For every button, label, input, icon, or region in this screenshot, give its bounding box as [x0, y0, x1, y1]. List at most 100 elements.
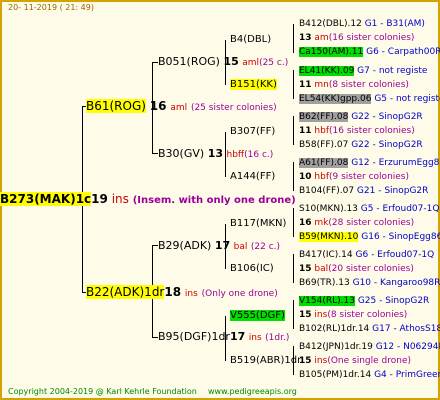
g2-abbr: hbff — [226, 150, 245, 160]
info-num: 15 — [299, 356, 312, 366]
info-abbr: bal — [314, 264, 329, 274]
g3-info: 15 bal(20 sister colonies) — [299, 262, 414, 276]
connector — [293, 116, 294, 145]
g4-name: V154(RL).13 — [299, 296, 355, 306]
g3-info: 16 mk(28 sister colonies) — [299, 216, 414, 230]
sire-queen[interactable]: B61(ROG) 16 aml (25 sister colonies) — [86, 99, 277, 115]
g4-item[interactable]: B102(RL)1dr.14 G17 - AthosS180R — [299, 322, 440, 336]
g2-num: 17 — [214, 239, 231, 252]
g4-item[interactable]: B105(PM)1dr.14 G4 - PrimGreen00 — [299, 368, 440, 382]
g4-name: B412(DBL).12 — [299, 19, 362, 29]
g4-name: B105(PM)1dr.14 — [299, 370, 372, 380]
info-num: 15 — [299, 310, 312, 320]
g4-item[interactable]: A61(FF).08 G12 - ErzurumEgg8 — [299, 156, 439, 170]
g4-item[interactable]: B58(FF).07 G22 - SinopG2R — [299, 138, 423, 152]
info-num: 15 — [299, 264, 312, 274]
info-note: (28 sister colonies) — [328, 218, 415, 228]
info-abbr: hbf — [314, 126, 329, 136]
g2-name: B95(DGF)1dr — [158, 330, 230, 343]
g4-item[interactable]: B412(JPN)1dr.19 G12 - N06294R — [299, 340, 440, 354]
g4-item[interactable]: B104(FF).07 G21 - SinopG2R — [299, 184, 428, 198]
g2-num: 13 — [207, 147, 223, 160]
connector — [293, 24, 294, 53]
connector — [293, 300, 294, 329]
g3-name[interactable]: B151(KK) — [230, 79, 277, 90]
g4-item[interactable]: S10(MKN).13 G5 - Erfoud07-1Q — [299, 202, 439, 216]
info-note: (8 sister colonies) — [327, 310, 408, 320]
g1-num: 16 — [149, 99, 167, 113]
g2-note: (16 c.) — [244, 150, 274, 160]
g1-abbr: ins — [184, 289, 198, 299]
g2-item[interactable]: B29(ADK) 17 bal (22 c.) — [158, 239, 280, 254]
g4-name: S10(MKN).13 — [299, 204, 358, 214]
g2-item[interactable]: B95(DGF)1dr17 ins (1dr.) — [158, 330, 289, 345]
root-abbr: ins — [111, 192, 129, 206]
connector — [293, 254, 294, 283]
root-queen[interactable]: B273(MAK)1c19 ins (Insem. with only one … — [0, 192, 296, 208]
g4-name: B412(JPN)1dr.19 — [299, 342, 373, 352]
g3-name[interactable]: A144(FF) — [230, 170, 275, 184]
g3-info: 13 am(16 sister colonies) — [299, 31, 414, 45]
g2-abbr: bal — [233, 242, 248, 252]
g4-name: B417(IC).14 — [299, 250, 353, 260]
g3-name[interactable]: B519(ABR)1dr — [230, 354, 301, 368]
g4-item[interactable]: B417(IC).14 G6 - Erfoud07-1Q — [299, 248, 434, 262]
g4-name: B69(TR).13 — [299, 278, 350, 288]
connector — [293, 162, 294, 191]
g4-code: G5 - not registe — [374, 94, 440, 104]
g4-code: G10 - Kangaroo98R — [352, 278, 440, 288]
g2-num: 15 — [223, 55, 239, 68]
g4-code: G17 - AthosS180R — [372, 324, 440, 334]
g4-code: G12 - ErzurumEgg8 — [351, 158, 440, 168]
g4-code: G22 - SinopG2R — [351, 112, 423, 122]
g4-code: G4 - PrimGreen00 — [374, 370, 440, 380]
g2-item[interactable]: B30(GV) 13 hbff(16 c.) — [158, 147, 273, 162]
g3-name[interactable]: B117(MKN) — [230, 217, 286, 231]
info-note: (20 sister colonies) — [328, 264, 414, 274]
g4-code: G7 - not registe — [357, 66, 428, 76]
g3-name[interactable]: V555(DGF) — [230, 310, 285, 321]
date-stamp: 20- 11-2019 ( 21: 49) — [8, 3, 94, 12]
g1-num: 18 — [164, 285, 182, 299]
g1-name: B61(ROG) — [86, 99, 146, 113]
g4-item[interactable]: EL54(KK)gpp.06 G5 - not registe — [299, 92, 440, 106]
connector — [293, 208, 294, 237]
g2-item[interactable]: B051(ROG) 15 aml(25 c.) — [158, 55, 288, 70]
g2-note: (1dr.) — [265, 333, 290, 343]
info-note: (One single drone) — [327, 356, 411, 366]
g4-name: EL54(KK)gpp.06 — [299, 94, 372, 104]
g4-item[interactable]: B59(MKN).10 G16 - SinopEgg86R — [299, 230, 440, 244]
dam-queen[interactable]: B22(ADK)1dr18 ins (Only one drone) — [86, 285, 278, 301]
root-note: (Insem. with only one drone) — [132, 195, 296, 206]
g4-name: B58(FF).07 — [299, 140, 349, 150]
g2-note: (25 c.) — [259, 58, 289, 68]
g4-code: G25 - SinopG2R — [357, 296, 430, 306]
info-num: 16 — [299, 218, 312, 228]
g3-name[interactable]: B307(FF) — [230, 125, 275, 139]
g3-name[interactable]: B4(DBL) — [230, 33, 271, 47]
g4-code: G6 - Erfoud07-1Q — [355, 250, 435, 260]
g4-item[interactable]: B412(DBL).12 G1 - B31(AM) — [299, 17, 425, 31]
g4-item[interactable]: Ca150(AM).11 G6 - Carpath00R — [299, 45, 440, 59]
info-note: (16 sister colonies) — [328, 33, 415, 43]
g3-name[interactable]: B106(IC) — [230, 262, 274, 276]
g4-name: A61(FF).08 — [299, 158, 349, 168]
info-num: 11 — [299, 126, 312, 136]
g4-name: B104(FF).07 — [299, 186, 355, 196]
g4-item[interactable]: EL41(KK).09 G7 - not registe — [299, 64, 427, 78]
g1-name: B22(ADK)1dr — [86, 285, 165, 299]
g2-name: B051(ROG) — [158, 55, 220, 68]
g4-item[interactable]: B62(FF).08 G22 - SinopG2R — [299, 110, 423, 124]
g1-note: (Only one drone) — [201, 289, 278, 299]
g4-name: B102(RL)1dr.14 — [299, 324, 370, 334]
info-abbr: ins — [314, 356, 328, 366]
root-name: B273(MAK)1c — [0, 192, 92, 206]
g2-abbr: aml — [242, 58, 260, 68]
site-url[interactable]: www.pedigreeapis.org — [208, 385, 297, 399]
g4-code: G22 - SinopG2R — [351, 140, 423, 150]
g4-code: G6 - Carpath00R — [366, 47, 440, 57]
copyright: Copyright 2004-2019 @ Karl Kehrle Founda… — [8, 387, 197, 396]
g4-item[interactable]: V154(RL).13 G25 - SinopG2R — [299, 294, 429, 308]
g4-item[interactable]: B69(TR).13 G10 - Kangaroo98R — [299, 276, 440, 290]
connector — [293, 70, 294, 99]
